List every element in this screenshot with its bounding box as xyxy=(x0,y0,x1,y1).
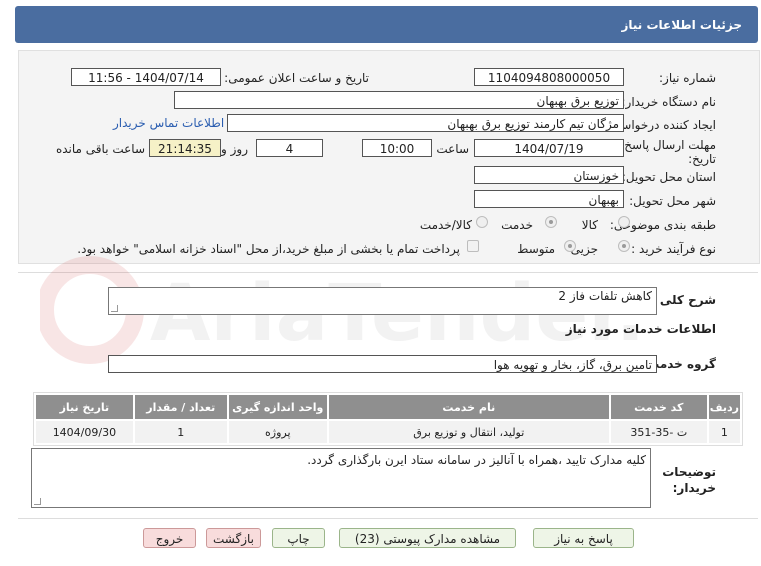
col-quantity: تعداد / مقدار xyxy=(134,395,227,419)
process-radio-minor[interactable] xyxy=(618,240,630,252)
province-label: استان محل تحویل: xyxy=(621,170,716,184)
announce-label: تاریخ و ساعت اعلان عمومی: xyxy=(224,71,369,85)
reply-to-need-button[interactable]: پاسخ به نیاز xyxy=(533,528,634,548)
process-option-medium: متوسط xyxy=(517,242,555,256)
deadline-time-field: 10:00 xyxy=(362,139,432,157)
service-group-field: تامین برق، گاز، بخار و تهویه هوا xyxy=(108,355,657,373)
services-section-title: اطلاعات خدمات مورد نیاز xyxy=(565,322,716,336)
page-title: جزئیات اطلاعات نیاز xyxy=(621,18,742,32)
deadline-label: مهلت ارسال پاسخ: تا xyxy=(609,138,716,152)
summary-field: کاهش تلفات فاز 2 xyxy=(108,287,657,315)
summary-text: کاهش تلفات فاز 2 xyxy=(558,289,652,303)
resize-grip-icon[interactable] xyxy=(34,498,41,505)
col-row-number: ردیف xyxy=(708,395,740,419)
view-attachments-button[interactable]: مشاهده مدارک پیوستی (23) xyxy=(339,528,516,548)
treasury-payment-checkbox[interactable] xyxy=(467,240,479,252)
page-header: جزئیات اطلاعات نیاز xyxy=(15,6,758,43)
buyer-contact-link[interactable]: اطلاعات تماس خریدار xyxy=(113,116,224,130)
buyer-notes-text: کلیه مدارک تایید ،همراه با آنالیز در سام… xyxy=(307,453,646,467)
col-service-name: نام خدمت xyxy=(328,395,609,419)
cell-service-name: تولید، انتقال و توزیع برق xyxy=(328,421,609,443)
city-field: بهبهان xyxy=(474,190,624,208)
process-radio-medium[interactable] xyxy=(564,240,576,252)
remaining-time-label: ساعت باقی مانده xyxy=(55,142,145,156)
services-table: ردیف کد خدمت نام خدمت واحد اندازه گیری ت… xyxy=(33,392,743,446)
cell-unit: پروژه xyxy=(228,421,327,443)
need-number-field: 1104094808000050 xyxy=(474,68,624,86)
cell-row-number: 1 xyxy=(708,421,740,443)
days-label: روز و xyxy=(221,142,248,156)
cell-service-code: ت -35-351 xyxy=(610,421,707,443)
col-unit: واحد اندازه گیری xyxy=(228,395,327,419)
exit-button[interactable]: خروج xyxy=(143,528,196,548)
buyer-notes-label: توضیحات xyxy=(662,465,716,479)
table-row: 1 ت -35-351 تولید، انتقال و توزیع برق پر… xyxy=(36,421,740,443)
category-radio-goods[interactable] xyxy=(618,216,630,228)
col-service-code: کد خدمت xyxy=(610,395,707,419)
category-radio-goods-service[interactable] xyxy=(476,216,488,228)
need-number-label: شماره نیاز: xyxy=(659,71,716,85)
cell-need-date: 1404/09/30 xyxy=(36,421,133,443)
deadline-date-field: 1404/07/19 xyxy=(474,139,624,157)
buyer-org-label: نام دستگاه خریدار: xyxy=(621,95,717,109)
section-divider xyxy=(18,272,758,273)
creator-field: مژگان تیم کارمند توزیع برق بهبهان xyxy=(227,114,624,132)
city-label: شهر محل تحویل: xyxy=(629,194,716,208)
table-header-row: ردیف کد خدمت نام خدمت واحد اندازه گیری ت… xyxy=(36,395,740,419)
treasury-payment-note: پرداخت تمام یا بخشی از مبلغ خرید،از محل … xyxy=(77,242,460,256)
process-label: نوع فرآیند خرید : xyxy=(631,242,716,256)
col-need-date: تاریخ نیاز xyxy=(36,395,133,419)
category-option-goods: کالا xyxy=(581,218,598,232)
remaining-time-field: 21:14:35 xyxy=(149,139,221,157)
category-option-service: خدمت xyxy=(501,218,533,232)
category-radio-service[interactable] xyxy=(545,216,557,228)
announce-datetime-field: 1404/07/14 - 11:56 xyxy=(71,68,221,86)
buyer-notes-label-2: خریدار: xyxy=(672,481,716,495)
resize-grip-icon[interactable] xyxy=(111,305,118,312)
days-remaining-field: 4 xyxy=(256,139,323,157)
print-button[interactable]: چاپ xyxy=(272,528,325,548)
category-option-goods-service: کالا/خدمت xyxy=(419,218,472,232)
buyer-org-field: توزیع برق بهبهان xyxy=(174,91,624,109)
deadline-time-label: ساعت xyxy=(436,142,469,156)
back-button[interactable]: بازگشت xyxy=(206,528,261,548)
footer-divider xyxy=(18,518,758,519)
deadline-date-label: تاریخ: xyxy=(688,152,716,166)
buyer-notes-field: کلیه مدارک تایید ،همراه با آنالیز در سام… xyxy=(31,448,651,508)
cell-quantity: 1 xyxy=(134,421,227,443)
province-field: خوزستان xyxy=(474,166,624,184)
